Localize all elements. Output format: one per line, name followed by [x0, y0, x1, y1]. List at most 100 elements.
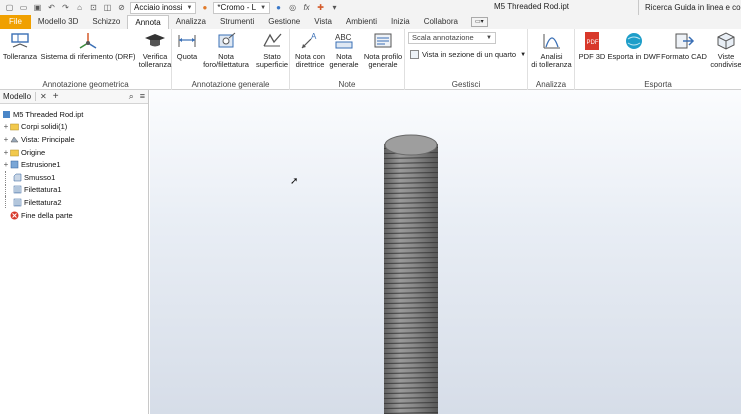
- folder-icon: [10, 122, 19, 131]
- new-file-icon[interactable]: ▢: [4, 2, 15, 13]
- esporta-dwf-button[interactable]: Esporta in DWF: [607, 31, 661, 61]
- graphics-viewport[interactable]: ➚: [150, 90, 741, 414]
- tree-node-smusso[interactable]: Smusso1: [2, 171, 148, 184]
- verifica-tolleranza-button[interactable]: Verifica tolleranza: [138, 31, 172, 69]
- tab-schizzo[interactable]: Schizzo: [85, 15, 127, 29]
- pdf-icon: PDF: [581, 31, 603, 51]
- svg-text:ABC: ABC: [335, 33, 352, 42]
- profile-note-icon: [372, 31, 394, 51]
- tree-node-vista[interactable]: + Vista: Principale: [2, 133, 148, 146]
- tab-collabora[interactable]: Collabora: [417, 15, 465, 29]
- vista-sezione-label: Vista in sezione di un quarto: [422, 50, 517, 59]
- panel-title-esporta: Esporta: [644, 80, 672, 89]
- appearance-dropdown[interactable]: *Cromo - L ▼: [213, 1, 271, 14]
- tab-inizia[interactable]: Inizia: [384, 15, 417, 29]
- adjust-icon[interactable]: ✚: [315, 2, 326, 13]
- open-file-icon[interactable]: ▭: [18, 2, 29, 13]
- tree-node-filettatura-2[interactable]: Filettatura2: [2, 196, 148, 209]
- tab-gestione[interactable]: Gestione: [261, 15, 307, 29]
- leader-note-icon: A: [299, 31, 321, 51]
- material-icon: ⊘: [118, 3, 125, 12]
- tab-file[interactable]: File: [0, 15, 31, 29]
- nota-generale-button[interactable]: ABC Nota generale: [328, 31, 360, 69]
- add-browser-icon[interactable]: +: [53, 91, 59, 102]
- customize-icon[interactable]: ▾: [329, 2, 340, 13]
- tree-connector: [5, 183, 13, 196]
- ribbon: Tolleranza Sistema di riferimento (DRF) …: [0, 29, 741, 90]
- update-icon[interactable]: ◫: [102, 2, 113, 13]
- tree-node-estrusione[interactable]: + Estrusione1: [2, 158, 148, 171]
- select-icon[interactable]: ⊡: [88, 2, 99, 13]
- vista-sezione-button[interactable]: Vista in sezione di un quarto ▼: [410, 50, 526, 59]
- tolleranza-button[interactable]: Tolleranza: [2, 31, 38, 61]
- expand-icon[interactable]: +: [2, 122, 10, 131]
- home-icon[interactable]: ⌂: [74, 2, 85, 13]
- expand-icon[interactable]: +: [2, 160, 10, 169]
- tree-node-label: Smusso1: [24, 172, 56, 182]
- tree-node-label: Vista: Principale: [21, 134, 75, 144]
- analisi-tolleranza-button[interactable]: Analisi di tolleranza: [530, 31, 573, 69]
- tree-node-part[interactable]: M5 Threaded Rod.ipt: [2, 108, 148, 121]
- svg-text:PDF: PDF: [587, 40, 599, 46]
- tab-analizza[interactable]: Analizza: [169, 15, 213, 29]
- save-icon[interactable]: ▣: [32, 2, 43, 13]
- tree-node-corpi-solidi[interactable]: + Corpi solidi(1): [2, 121, 148, 134]
- browser-tab-modello[interactable]: Modello: [3, 92, 37, 101]
- stato-superficie-button[interactable]: Stato superficie: [254, 31, 290, 69]
- nota-foro-label-2: foro/filettatura: [203, 60, 249, 69]
- text-note-icon: ABC: [333, 31, 355, 51]
- viste-condivise-button[interactable]: Viste condivise: [709, 31, 741, 69]
- color-globe-icon[interactable]: ●: [273, 2, 284, 13]
- nota-profilo-button[interactable]: Nota profilo generale: [362, 31, 404, 69]
- material-value: Acciaio inossi: [134, 3, 183, 12]
- dwf-label: Esporta in DWF: [607, 52, 661, 61]
- fx-icon[interactable]: fx: [301, 2, 312, 13]
- shared-views-icon: [715, 31, 737, 51]
- threaded-rod-model[interactable]: [383, 134, 439, 414]
- ribbon-display-toggle[interactable]: ▭▾: [470, 15, 488, 29]
- close-icon[interactable]: ✕: [40, 92, 47, 101]
- tab-strumenti[interactable]: Strumenti: [213, 15, 261, 29]
- tree-connector: [5, 196, 13, 209]
- dwf-globe-icon: [623, 31, 645, 51]
- tree-node-filettatura-1[interactable]: Filettatura1: [2, 183, 148, 197]
- cad-export-icon: [673, 31, 695, 51]
- browser-header: Modello ✕ + ⌕ ≡: [0, 90, 148, 104]
- help-search-field[interactable]: Ricerca Guida in linea e co: [638, 0, 741, 15]
- formato-cad-button[interactable]: Formato CAD: [661, 31, 707, 61]
- undo-icon[interactable]: ↶: [46, 2, 57, 13]
- drf-button[interactable]: Sistema di riferimento (DRF): [40, 31, 136, 61]
- nota-direttrice-button[interactable]: A Nota con direttrice: [292, 31, 328, 69]
- nota-foro-button[interactable]: Nota foro/filettatura: [200, 31, 252, 69]
- panel-annotazione-geometrica: Tolleranza Sistema di riferimento (DRF) …: [0, 29, 172, 90]
- expand-icon[interactable]: +: [2, 135, 10, 144]
- redo-icon[interactable]: ↷: [60, 2, 71, 13]
- menu-icon[interactable]: ≡: [140, 91, 145, 102]
- verifica-label-2: tolleranza: [138, 60, 172, 69]
- scala-annotazione-select[interactable]: Scala annotazione ▼: [408, 32, 496, 44]
- tree-node-label: Origine: [21, 147, 46, 157]
- dimension-icon: [176, 31, 198, 51]
- tab-modello-3d[interactable]: Modello 3D: [31, 15, 85, 29]
- tree-node-label: Filettatura2: [24, 197, 62, 207]
- panel-title-gestisci: Gestisci: [451, 80, 481, 89]
- window-title: M5 Threaded Rod.ipt: [494, 2, 570, 11]
- clear-appearance-icon[interactable]: ◎: [287, 2, 298, 13]
- quota-button[interactable]: Quota: [174, 31, 200, 61]
- tab-annota[interactable]: Annota: [127, 15, 169, 29]
- chevron-down-icon: ▼: [520, 51, 527, 58]
- pdf3d-button[interactable]: PDF PDF 3D: [577, 31, 607, 61]
- expand-icon[interactable]: +: [2, 148, 10, 157]
- direttrice-label-2: direttrice: [295, 60, 325, 69]
- panel-analizza: Analisi di tolleranza Analizza: [528, 29, 575, 90]
- chevron-down-icon: ▼: [260, 4, 267, 11]
- appearance-value: *Cromo - L: [217, 3, 257, 12]
- tree-node-origine[interactable]: + Origine: [2, 146, 148, 159]
- material-dropdown[interactable]: Acciaio inossi ▼: [130, 1, 197, 14]
- search-icon[interactable]: ⌕: [129, 91, 134, 102]
- chamfer-icon: [13, 173, 22, 182]
- tab-ambienti[interactable]: Ambienti: [339, 15, 384, 29]
- tree-node-fine-parte[interactable]: Fine della parte: [2, 209, 148, 222]
- profilo-label-2: generale: [368, 60, 398, 69]
- tab-vista[interactable]: Vista: [307, 15, 339, 29]
